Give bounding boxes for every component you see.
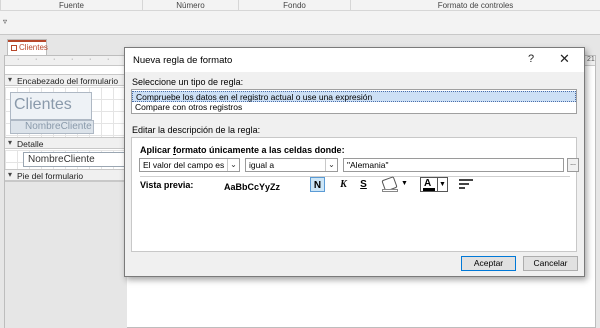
ruler-mark: · (53, 56, 56, 63)
chevron-down-icon[interactable]: ▼ (437, 178, 447, 191)
font-color-button[interactable]: A ▼ (420, 177, 448, 192)
section-header-bar[interactable]: ▾ Encabezado del formulario (5, 74, 127, 86)
condition-type-value: El valor del campo es (143, 160, 225, 170)
data-bar-line (459, 187, 465, 189)
preview-label: Vista previa: (140, 180, 194, 190)
condition-type-select[interactable]: El valor del campo es ⌄ (139, 158, 240, 172)
operator-select[interactable]: igual a ⌄ (245, 158, 338, 172)
apply-format-label: Aplicar formato únicamente a las celdas … (140, 145, 345, 155)
ribbon-group-control-formatting: Formato de controles (350, 0, 600, 11)
rule-type-item-compare[interactable]: Compare con otros registros (132, 102, 576, 113)
title-label-text: Clientes (14, 96, 72, 113)
divider (140, 176, 570, 177)
dialog-title: Nueva regla de formato (133, 55, 233, 66)
data-bar-line (459, 183, 469, 185)
rule-type-list[interactable]: Compruebe los datos en el registro actua… (131, 89, 577, 114)
form-icon (11, 45, 17, 51)
section-detail-label: Detalle (17, 139, 44, 149)
expression-value: "Alemania" (347, 160, 389, 170)
chevron-down-icon[interactable]: ⌄ (325, 159, 337, 171)
title-label-control[interactable]: Clientes (10, 92, 92, 120)
operator-value: igual a (249, 160, 275, 170)
tab-label: Clientes (19, 43, 48, 52)
section-footer-bar[interactable]: ▾ Pie del formulario (5, 169, 127, 181)
ribbon-strip: ▿ (0, 11, 600, 35)
rule-description-panel: Aplicar formato únicamente a las celdas … (131, 137, 579, 252)
designer-empty-area (5, 181, 127, 328)
section-detail-bar[interactable]: ▾ Detalle (5, 137, 127, 149)
close-icon[interactable]: ✕ (559, 51, 570, 67)
fill-color-swatch (382, 189, 398, 192)
underline-button[interactable]: S (356, 177, 371, 192)
accept-button[interactable]: Aceptar (461, 256, 516, 271)
ribbon-group-labels: Fuente Número Fondo Formato de controles (0, 0, 600, 11)
ruler-mark: · (17, 56, 20, 63)
tab-clientes[interactable]: Clientes (7, 39, 48, 55)
nombrecliente-textbox[interactable]: NombreCliente (23, 152, 127, 167)
section-arrow-icon: ▾ (8, 138, 13, 147)
help-icon[interactable]: ? (528, 53, 534, 65)
ruler-mark: 21 (587, 56, 595, 63)
textbox-text: NombreCliente (28, 154, 95, 165)
preview-sample-text: AaBbCcYyZz (224, 182, 281, 192)
dialog-titlebar[interactable]: Nueva regla de formato ? ✕ (125, 48, 584, 72)
cancel-button[interactable]: Cancelar (523, 256, 578, 271)
tab-active-indicator (8, 40, 46, 42)
chevron-down-icon[interactable]: ▼ (401, 180, 408, 187)
bold-button[interactable]: N (310, 177, 325, 192)
section-arrow-icon: ▾ (8, 170, 13, 179)
chevron-down-icon[interactable]: ⌄ (227, 159, 239, 171)
font-color-swatch (423, 188, 435, 191)
new-format-rule-dialog: Nueva regla de formato ? ✕ Seleccione un… (124, 47, 585, 277)
quick-access-dropdown-icon[interactable]: ▿ (3, 17, 7, 26)
ribbon-group-font: Fuente (0, 0, 142, 11)
italic-button[interactable]: K (336, 177, 351, 192)
ribbon-group-number: Número (142, 0, 238, 11)
section-header-label: Encabezado del formulario (17, 76, 119, 86)
section-arrow-icon: ▾ (8, 75, 13, 84)
expression-input[interactable]: "Alemania" (343, 158, 564, 172)
data-bar-line (459, 179, 473, 181)
ruler-mark: · (71, 56, 74, 63)
header-field-label: NombreCliente (25, 121, 92, 132)
section-footer-label: Pie del formulario (17, 171, 84, 181)
ruler-mark: · (89, 56, 92, 63)
ribbon-group-background: Fondo (238, 0, 350, 11)
fill-color-button[interactable]: ▼ (381, 176, 410, 192)
data-bar-icon[interactable] (459, 178, 473, 190)
expression-builder-button[interactable]: ... (567, 158, 579, 172)
ruler-mark: · (107, 56, 110, 63)
ruler-mark: · (35, 56, 38, 63)
rule-type-item-expression[interactable]: Compruebe los datos en el registro actua… (132, 91, 576, 102)
select-rule-type-label: Seleccione un tipo de regla: (132, 77, 244, 87)
edit-description-label: Editar la descripción de la regla: (132, 125, 261, 135)
